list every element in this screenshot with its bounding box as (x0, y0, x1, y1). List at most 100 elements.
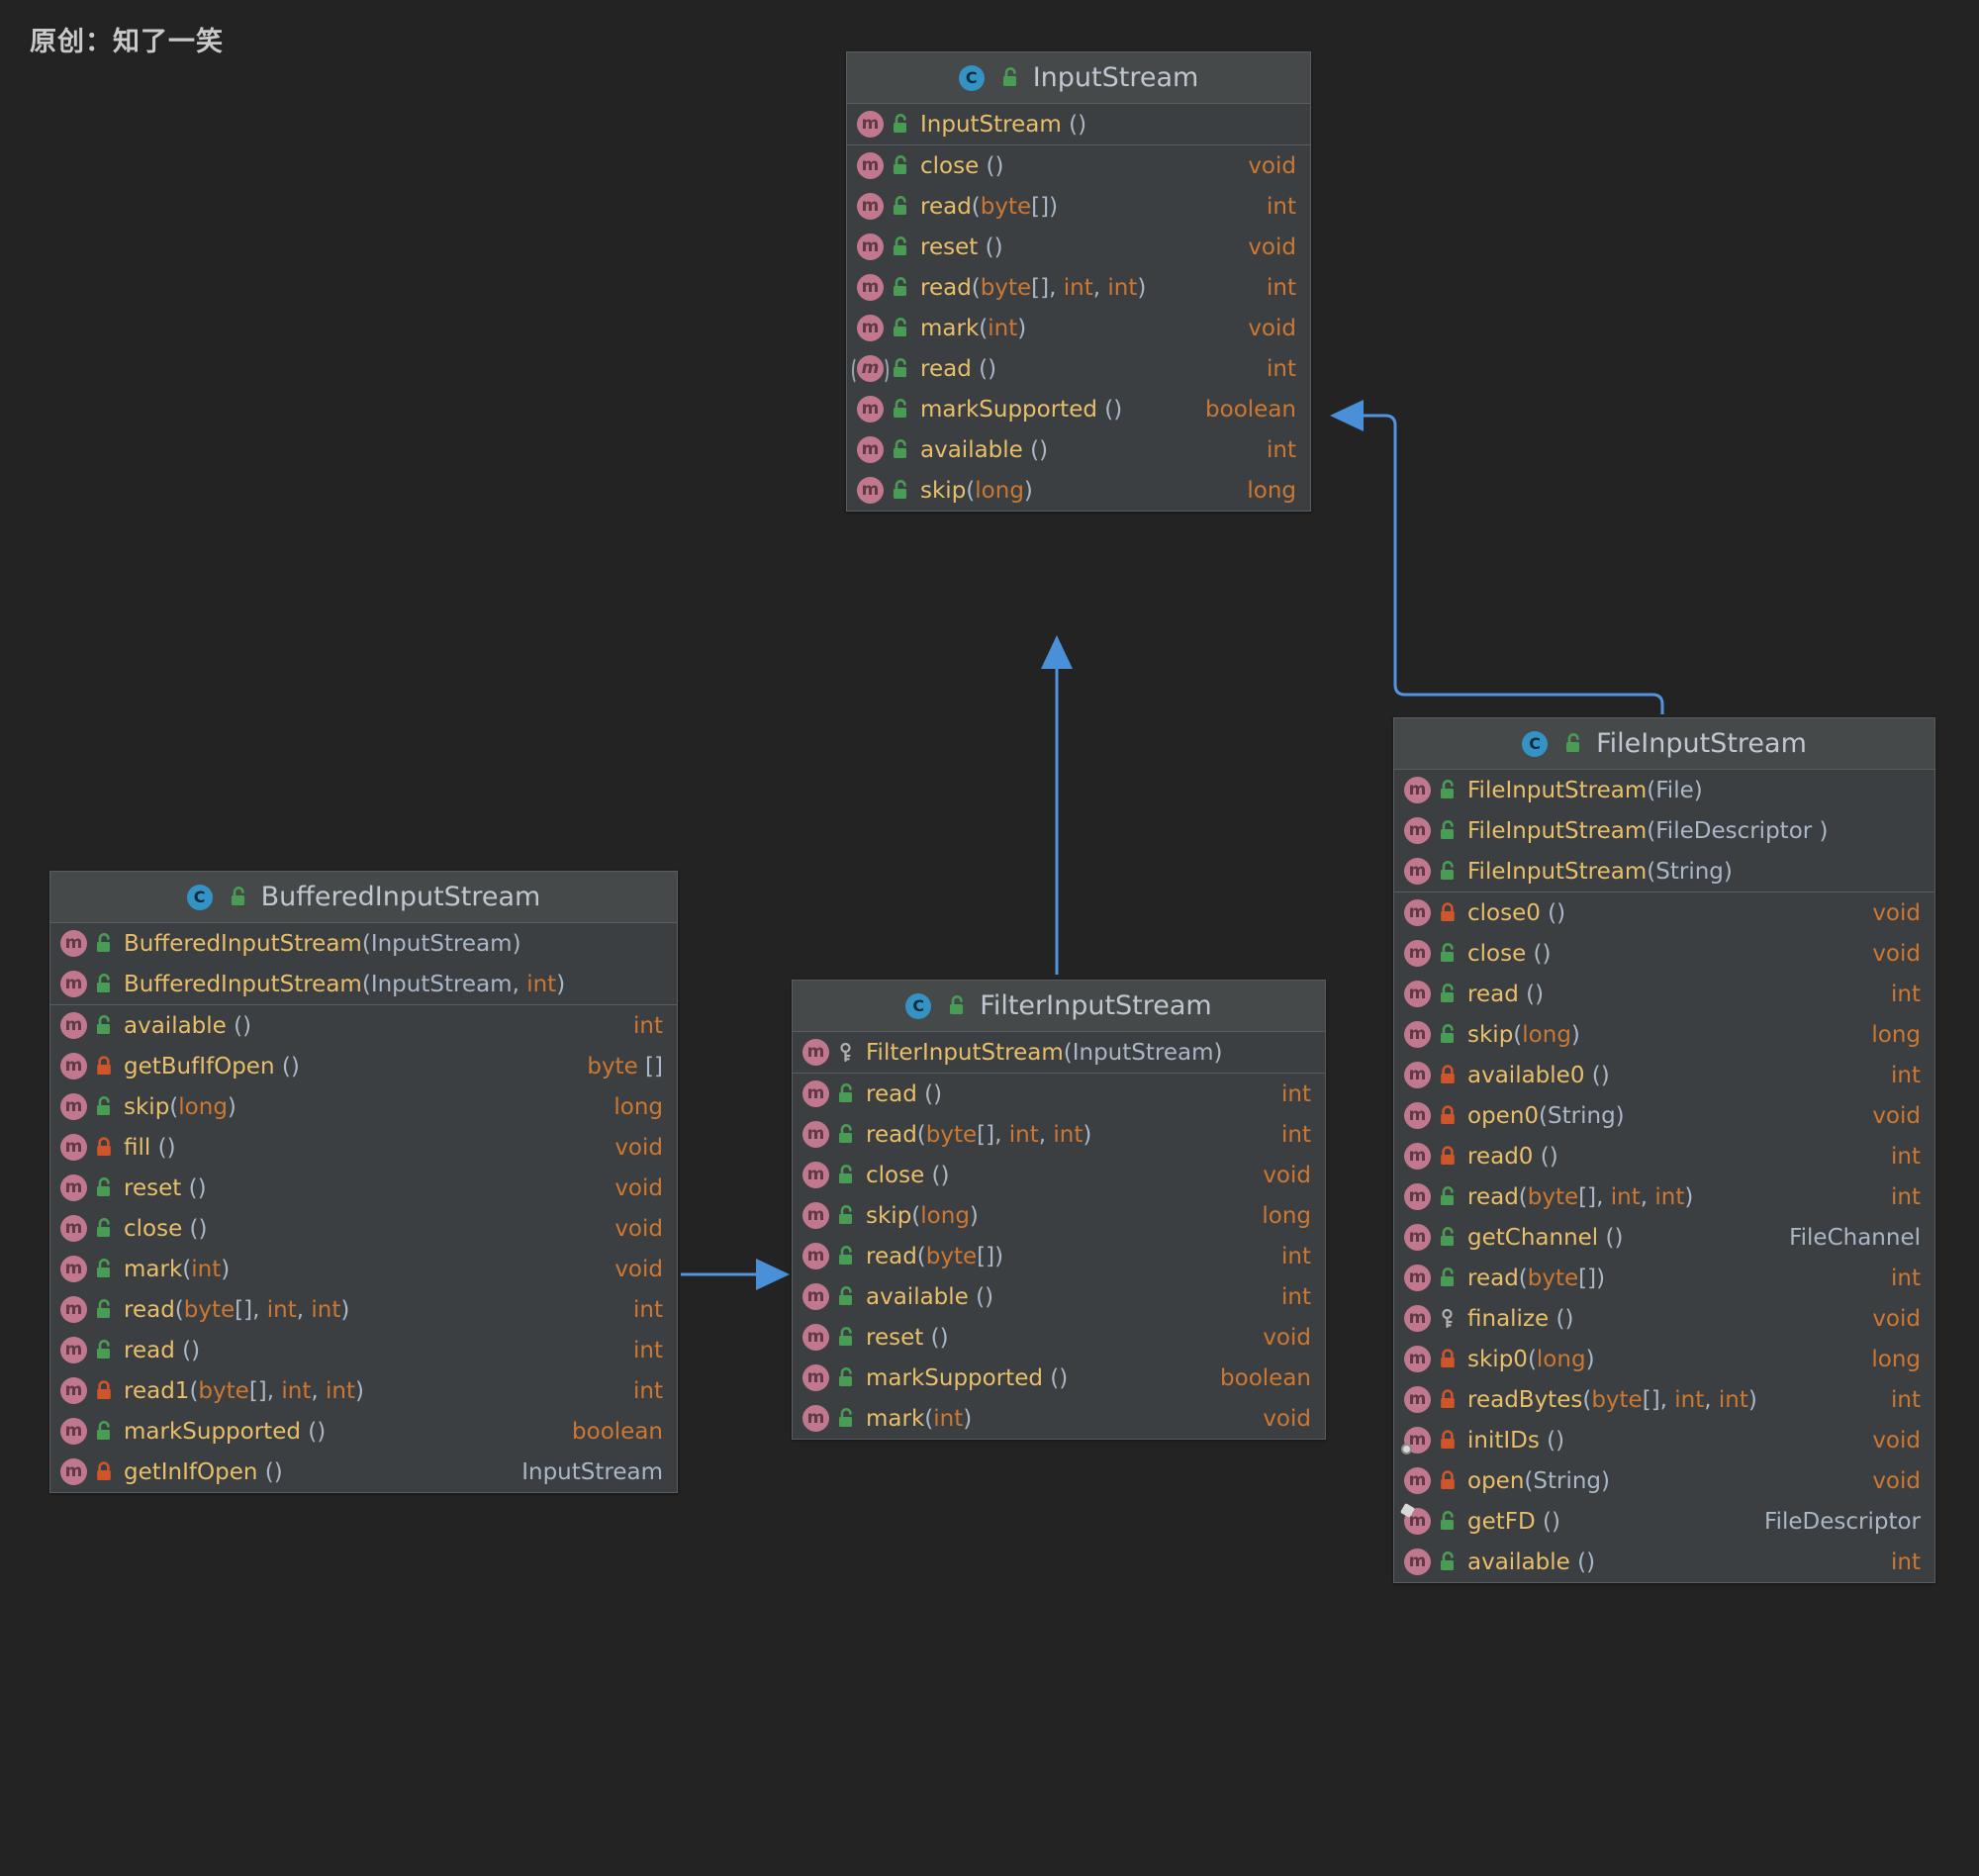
uml-member-row[interactable]: mfill ()void (50, 1127, 677, 1168)
method-signature: finalize () (1467, 1306, 1858, 1332)
method-icon: m (60, 1337, 87, 1363)
method-signature: markSupported () (920, 397, 1191, 422)
uml-member-row[interactable]: mskip(long)long (50, 1086, 677, 1127)
uml-member-row[interactable]: mFileInputStream(File) (1394, 770, 1934, 810)
uml-member-row[interactable]: mFileInputStream(FileDescriptor ) (1394, 810, 1934, 851)
uml-member-row[interactable]: mInputStream () (847, 104, 1310, 144)
uml-member-row[interactable]: mread(byte[])int (793, 1236, 1325, 1276)
paren-close: ) (941, 1163, 950, 1188)
uml-member-row[interactable]: mread(byte[])int (847, 186, 1310, 227)
uml-member-row[interactable]: mread(byte[], int, int)int (1394, 1176, 1934, 1217)
method-name: FileInputStream (1467, 778, 1647, 803)
uml-class-fileinputstream[interactable]: CFileInputStreammFileInputStream(File)mF… (1393, 717, 1935, 1583)
uml-member-row[interactable]: mavailable ()int (847, 429, 1310, 470)
uml-member-row[interactable]: mread(byte[])int (1394, 1258, 1934, 1298)
uml-member-row[interactable]: mmark(int)void (793, 1398, 1325, 1439)
public-unlocked-icon (891, 234, 914, 260)
uml-class-header[interactable]: CBufferedInputStream (50, 872, 677, 923)
uml-member-row[interactable]: mmarkSupported ()boolean (847, 389, 1310, 429)
class-icon: C (959, 65, 985, 91)
paren-close: ) (556, 972, 565, 997)
method-param: , (311, 1378, 326, 1404)
edge-bufferedinputstream-to-filterinputstream (681, 1259, 790, 1290)
uml-member-row[interactable]: mskip(long)long (793, 1195, 1325, 1236)
uml-member-row[interactable]: mgetChannel ()FileChannel (1394, 1217, 1934, 1258)
uml-member-row[interactable]: mread ()int (847, 348, 1310, 389)
method-icon: m (60, 930, 87, 957)
uml-member-row[interactable]: mgetBufIfOpen ()byte [] (50, 1046, 677, 1086)
uml-member-row[interactable]: mread(byte[], int, int)int (793, 1114, 1325, 1155)
method-name: read (920, 194, 972, 220)
method-signature: read () (920, 356, 1253, 382)
uml-member-row[interactable]: mreset ()void (50, 1168, 677, 1208)
uml-member-row[interactable]: mFileInputStream(String) (1394, 851, 1934, 891)
uml-member-row[interactable]: mmarkSupported ()boolean (793, 1358, 1325, 1398)
method-signature: read(byte[]) (1467, 1266, 1877, 1291)
uml-class-filterinputstream[interactable]: CFilterInputStreammFilterInputStream(Inp… (792, 980, 1326, 1440)
uml-member-row[interactable]: mreadBytes(byte[], int, int)int (1394, 1379, 1934, 1420)
method-icon: m (857, 436, 884, 463)
uml-member-row[interactable]: mskip(long)long (1394, 1014, 1934, 1055)
uml-class-bufferedinputstream[interactable]: CBufferedInputStreammBufferedInputStream… (49, 871, 678, 1493)
uml-member-row[interactable]: mBufferedInputStream(InputStream) (50, 923, 677, 964)
uml-member-row[interactable]: mfinalize ()void (1394, 1298, 1934, 1339)
uml-member-row[interactable]: mopen0(String)void (1394, 1095, 1934, 1136)
method-param: byte (1528, 1266, 1578, 1291)
uml-member-row[interactable]: mread ()int (793, 1074, 1325, 1114)
method-param: [] (1643, 1387, 1660, 1413)
paren-open: ( (362, 972, 371, 997)
uml-member-row[interactable]: mclose ()void (847, 145, 1310, 186)
method-signature: read(byte[], int, int) (920, 275, 1253, 301)
uml-member-row[interactable]: mavailable ()int (50, 1005, 677, 1046)
public-unlocked-icon (891, 356, 914, 382)
uml-member-row[interactable]: mBufferedInputStream(InputStream, int) (50, 964, 677, 1004)
paren-close: ) (1596, 1266, 1605, 1291)
uml-member-row[interactable]: mskip0(long)long (1394, 1339, 1934, 1379)
uml-member-row[interactable]: mmark(int)void (847, 308, 1310, 348)
method-signature: BufferedInputStream(InputStream, int) (124, 972, 649, 997)
edge-filterinputstream-to-inputstream (1041, 635, 1073, 975)
uml-member-row[interactable]: mFilterInputStream(InputStream) (793, 1032, 1325, 1073)
uml-member-row[interactable]: mread ()int (1394, 974, 1934, 1014)
public-unlocked-icon (94, 1094, 118, 1120)
method-icon: m (802, 1121, 829, 1148)
uml-member-row[interactable]: mread1(byte[], int, int)int (50, 1370, 677, 1411)
method-name: getChannel (1467, 1225, 1598, 1251)
uml-member-row[interactable]: minitIDs ()void (1394, 1420, 1934, 1460)
uml-member-row[interactable]: mread(byte[], int, int)int (50, 1289, 677, 1330)
uml-section-constructors: mBufferedInputStream(InputStream)mBuffer… (50, 923, 677, 1005)
uml-member-row[interactable]: mclose0 ()void (1394, 892, 1934, 933)
uml-member-row[interactable]: mgetFD ()FileDescriptor (1394, 1501, 1934, 1542)
uml-member-row[interactable]: mclose ()void (793, 1155, 1325, 1195)
method-name: getFD (1467, 1509, 1536, 1535)
uml-member-row[interactable]: mclose ()void (1394, 933, 1934, 974)
uml-class-header[interactable]: CFileInputStream (1394, 718, 1934, 770)
method-param: InputStream (371, 972, 513, 997)
uml-member-row[interactable]: mread0 ()int (1394, 1136, 1934, 1176)
uml-member-row[interactable]: mreset ()void (847, 227, 1310, 267)
uml-class-header[interactable]: CInputStream (847, 52, 1310, 104)
uml-member-row[interactable]: mmark(int)void (50, 1249, 677, 1289)
uml-member-row[interactable]: mavailable0 ()int (1394, 1055, 1934, 1095)
uml-member-row[interactable]: mgetInIfOpen ()InputStream (50, 1452, 677, 1492)
uml-member-row[interactable]: mmarkSupported ()boolean (50, 1411, 677, 1452)
uml-member-row[interactable]: mavailable ()int (1394, 1542, 1934, 1582)
method-return-type: int (1281, 1081, 1311, 1107)
uml-member-row[interactable]: mread ()int (50, 1330, 677, 1370)
uml-member-row[interactable]: mskip(long)long (847, 470, 1310, 511)
paren-open: ( (1539, 1103, 1548, 1129)
method-icon: m (1404, 1548, 1431, 1575)
uml-class-header[interactable]: CFilterInputStream (793, 981, 1325, 1032)
uml-member-row[interactable]: mclose ()void (50, 1208, 677, 1249)
method-name: FileInputStream (1467, 818, 1647, 844)
method-icon: m (857, 152, 884, 179)
paren-open: ( (1064, 1040, 1073, 1066)
uml-member-row[interactable]: mreset ()void (793, 1317, 1325, 1358)
uml-member-row[interactable]: mread(byte[], int, int)int (847, 267, 1310, 308)
uml-class-inputstream[interactable]: CInputStreammInputStream ()mclose ()void… (846, 51, 1311, 512)
paren-open: ( (182, 1257, 191, 1282)
uml-member-row[interactable]: mavailable ()int (793, 1276, 1325, 1317)
paren-close: ) (198, 1175, 207, 1201)
method-signature: FileInputStream(String) (1467, 859, 1907, 885)
uml-member-row[interactable]: mopen(String)void (1394, 1460, 1934, 1501)
